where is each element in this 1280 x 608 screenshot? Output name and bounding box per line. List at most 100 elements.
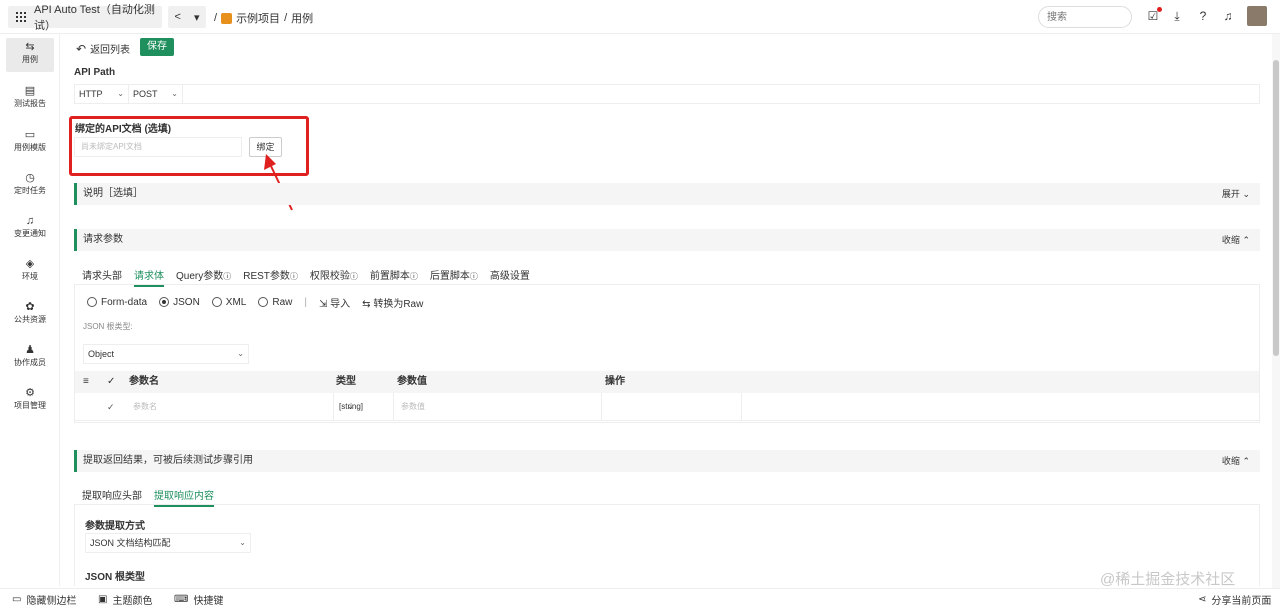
back-to-list-button[interactable]: ↶ 返回列表 <box>76 41 130 57</box>
sidebar-item-label: 用例 <box>22 55 38 64</box>
row-check-icon[interactable]: ✓ <box>107 393 115 421</box>
help-icon[interactable]: ? <box>1196 9 1210 23</box>
clock-icon: ◷ <box>25 172 35 184</box>
column-header: 参数名 <box>129 376 159 387</box>
chevron-up-icon: ⌃ <box>1242 235 1250 245</box>
extract-section: 提取返回结果，可被后续测试步骤引用 收缩 ⌃ <box>74 450 1260 472</box>
user-icon: ♟ <box>25 344 35 356</box>
avatar[interactable] <box>1247 6 1267 26</box>
theme-icon: ▣ <box>98 594 108 605</box>
sidebar-item-scheduled[interactable]: ◷ 定时任务 <box>6 169 54 203</box>
tab-label: 前置脚本 <box>369 271 410 282</box>
protocol-select[interactable]: HTTP ⌄ <box>75 85 129 103</box>
extract-json-root-label: JSON 根类型 <box>85 572 146 583</box>
radio-checked-icon <box>159 297 170 308</box>
sidebar-item-label: 协作成员 <box>14 358 46 367</box>
apps-grid-icon <box>16 12 26 22</box>
bell-icon: ♫ <box>25 215 35 227</box>
api-doc-label: 绑定的API文档 (选填) <box>75 124 172 135</box>
tab-label: 权限校验 <box>309 271 350 282</box>
radio-circle-icon <box>87 297 97 308</box>
task-icon[interactable]: ☑ <box>1146 7 1162 23</box>
case-editor: ↶ 返回列表 保存 API Path HTTP ⌄ POST ⌄ 绑定的API文… <box>60 34 1272 586</box>
sidebar-item-cases[interactable]: ⇆ 用例 <box>6 38 54 72</box>
radio-label: Form-data <box>101 297 148 308</box>
bottom-label: 主题颜色 <box>112 596 153 607</box>
radio-circle-icon <box>211 297 222 308</box>
column-divider <box>741 393 742 421</box>
sidebar-item-templates[interactable]: ▭ 用例模版 <box>6 126 54 160</box>
hide-sidebar-button[interactable]: ▭ 隐藏侧边栏 <box>12 592 76 607</box>
share-page-button[interactable]: ⋖ 分享当前页面 <box>1198 592 1271 607</box>
convert-raw-button[interactable]: ⇆ 转换为Raw <box>362 295 423 310</box>
sidebar-item-label: 环境 <box>22 272 38 281</box>
sidebar-item-resources[interactable]: ✿ 公共资源 <box>6 298 54 332</box>
param-table-header: ≡ ✓ 参数名 类型 参数值 操作 <box>75 371 1259 393</box>
back-chevron-icon[interactable]: < <box>175 11 181 23</box>
history-dropdown-icon[interactable]: ▾ <box>194 11 200 24</box>
shortcuts-button[interactable]: ⌨ 快捷键 <box>174 592 223 607</box>
select-all-check-icon[interactable]: ✓ <box>107 371 115 393</box>
radio-form-data[interactable]: Form-data <box>87 297 147 308</box>
param-name-input[interactable]: 参数名 <box>133 393 157 421</box>
collapse-toggle[interactable]: 收缩 ⌃ <box>1222 450 1250 472</box>
report-icon: ▤ <box>24 85 36 97</box>
app-switcher[interactable]: API Auto Test（自动化测试） <box>8 4 162 32</box>
api-doc-input[interactable]: 尚未绑定API文档 <box>74 137 242 157</box>
api-path-label: API Path <box>74 67 116 78</box>
breadcrumb-project[interactable]: 示例项目 <box>236 10 280 26</box>
sidebar-item-reports[interactable]: ▤ 测试报告 <box>6 82 54 116</box>
convert-label: 转换为Raw <box>373 299 424 310</box>
sidebar-item-notifications[interactable]: ♫ 变更通知 <box>6 212 54 246</box>
sidebar-toggle-icon: ▭ <box>12 594 22 605</box>
sidebar-item-members[interactable]: ♟ 协作成员 <box>6 341 54 375</box>
path-input[interactable] <box>183 85 1259 103</box>
bottom-label: 快捷键 <box>193 596 224 607</box>
sidebar-item-label: 用例模版 <box>14 143 46 152</box>
method-value: POST <box>133 89 158 99</box>
sidebar-item-project-settings[interactable]: ⚙ 项目管理 <box>6 384 54 418</box>
sidebar-item-label: 变更通知 <box>14 229 46 238</box>
search-input[interactable] <box>1038 6 1132 28</box>
description-label: 说明［选填］ <box>83 188 143 199</box>
extract-panel: 参数提取方式 JSON 文档结构匹配 ⌄ JSON 根类型 <box>74 504 1260 586</box>
json-root-select[interactable]: Object ⌄ <box>83 344 249 364</box>
history-nav[interactable]: < ▾ <box>168 6 206 28</box>
chevron-down-icon: ⌄ <box>237 349 244 358</box>
theme-color-button[interactable]: ▣ 主题颜色 <box>98 592 152 607</box>
radio-xml[interactable]: XML <box>211 297 247 308</box>
expand-toggle[interactable]: 展开 ⌄ <box>1222 183 1250 205</box>
page-scrollbar[interactable] <box>1272 34 1280 588</box>
extract-method-select[interactable]: JSON 文档结构匹配 ⌄ <box>85 533 251 553</box>
param-value-input[interactable]: 参数值 <box>401 393 425 421</box>
column-header: 类型 <box>336 376 356 387</box>
radio-label: XML <box>225 297 247 308</box>
table-row: ✓ 参数名 [string] ⌄ 参数值 <box>75 393 1259 421</box>
breadcrumb-separator: / <box>214 12 218 24</box>
save-button[interactable]: 保存 <box>140 38 174 56</box>
notification-bell-icon[interactable]: ♫ <box>1221 9 1235 23</box>
sidebar-item-label: 公共资源 <box>14 315 46 324</box>
keyboard-icon: ⌨ <box>174 594 189 605</box>
info-icon: ⓘ <box>469 272 478 281</box>
sidebar-item-environment[interactable]: ◈ 环境 <box>6 255 54 289</box>
import-button[interactable]: ⇲ 导入 <box>319 295 350 310</box>
info-icon: ⓘ <box>223 272 232 281</box>
extract-method-label: 参数提取方式 <box>85 521 145 532</box>
scrollbar-thumb[interactable] <box>1273 60 1279 356</box>
import-icon: ⇲ <box>318 299 328 310</box>
method-select[interactable]: POST ⌄ <box>129 85 183 103</box>
radio-json[interactable]: JSON <box>159 297 200 308</box>
bottom-label: 隐藏侧边栏 <box>26 596 77 607</box>
request-params-section: 请求参数 收缩 ⌃ <box>74 229 1260 251</box>
template-icon: ▭ <box>24 129 36 141</box>
protocol-value: HTTP <box>79 89 103 99</box>
radio-raw[interactable]: Raw <box>258 297 292 308</box>
bottom-label: 分享当前页面 <box>1211 596 1272 607</box>
collapse-toggle[interactable]: 收缩 ⌃ <box>1222 229 1250 251</box>
chevron-down-icon: ⌄ <box>117 89 124 98</box>
description-section[interactable]: 说明［选填］ 展开 ⌄ <box>74 183 1260 205</box>
chevron-down-icon: ⌄ <box>239 538 246 547</box>
request-body-panel: Form-data JSON XML Raw | ⇲ 导入 ⇆ 转换为Raw J… <box>74 285 1260 423</box>
download-icon[interactable]: ⤓ <box>1170 9 1184 23</box>
